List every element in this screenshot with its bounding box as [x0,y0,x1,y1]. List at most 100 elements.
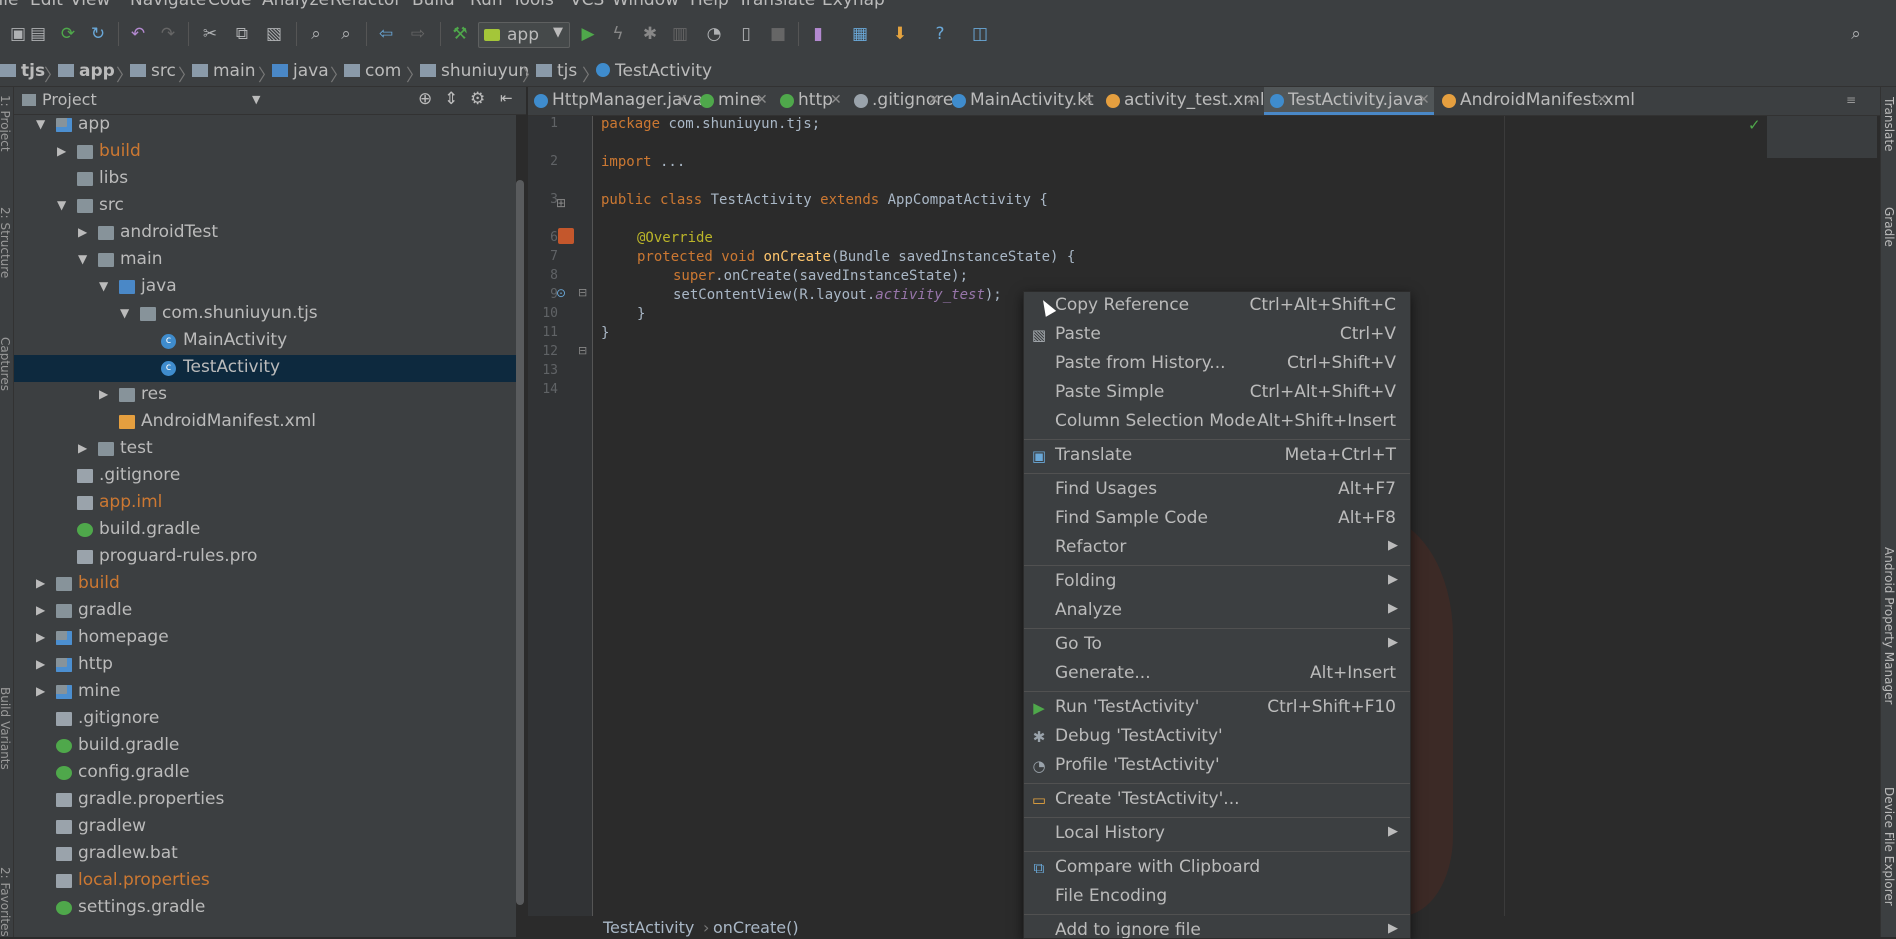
editor-tab[interactable]: HttpManager.java ✕ [528,87,703,115]
forward-icon[interactable]: ⇨ [408,24,428,44]
context-menu-item[interactable]: Analyze ▶ [1024,597,1410,626]
tree-node[interactable]: build.gradle [14,517,516,544]
context-menu-item[interactable]: File Encoding [1024,883,1410,912]
context-menu-item[interactable]: ◔ Profile 'TestActivity' [1024,752,1410,781]
context-menu-item[interactable]: ▣ Translate Meta+Ctrl+T [1024,442,1410,471]
close-tab-icon[interactable]: ✕ [756,92,768,108]
open-icon[interactable]: ▣ [8,24,28,44]
expand-right-icon[interactable]: ▶ [36,603,48,617]
context-menu-item[interactable]: Add to ignore file ▶ [1024,917,1410,938]
tree-node[interactable]: gradle.properties [14,787,516,814]
profile-icon[interactable]: ◔ [704,24,724,44]
tree-node[interactable]: ▼ src [14,193,516,220]
menu-vcs[interactable]: VCS [570,0,604,10]
make-icon[interactable]: ⚒ [450,24,470,44]
run-configuration-select[interactable]: app ▼ [478,22,570,48]
expand-down-icon[interactable]: ▼ [99,279,111,293]
override-marker-icon[interactable]: ⊙ [556,286,566,300]
tree-node[interactable]: AndroidManifest.xml [14,409,516,436]
tree-node[interactable]: ▶ homepage [14,625,516,652]
expand-right-icon[interactable]: ▶ [36,657,48,671]
cut-icon[interactable]: ✂ [200,24,220,44]
expand-right-icon[interactable]: ▶ [36,576,48,590]
menu-exynap[interactable]: Exynap [822,0,885,10]
sync-icon[interactable]: ⟳ [58,24,78,44]
debug-icon[interactable]: ✱ [640,24,660,44]
breadcrumb-item[interactable]: com [344,61,401,81]
project-structure-icon[interactable]: ▦ [850,24,870,44]
expand-down-icon[interactable]: ▼ [120,306,132,320]
replace-icon[interactable]: ⌕ [336,24,356,44]
gear-icon[interactable]: ⚙ [470,89,485,109]
breadcrumb-item[interactable]: tjs [536,61,577,81]
menu-tools[interactable]: Tools [512,0,554,10]
context-menu-item[interactable]: Find Usages Alt+F7 [1024,476,1410,505]
project-view-select[interactable]: Project [42,90,97,109]
editor-tab[interactable]: AndroidManifest.xml ✕ [1436,87,1635,115]
hide-panel-icon[interactable]: ⇤ [500,89,513,107]
expand-down-icon[interactable]: ▼ [36,117,48,131]
tree-node[interactable]: build.gradle [14,733,516,760]
tree-node[interactable]: proguard-rules.pro [14,544,516,571]
tree-node[interactable]: ▶ http [14,652,516,679]
code-minimap[interactable] [1767,116,1877,158]
tabs-overflow-icon[interactable]: ≡ [1846,93,1856,107]
menu-edit[interactable]: Edit [30,0,63,10]
avd-manager-icon[interactable]: ▮ [808,24,828,44]
project-tree-scrollbar[interactable] [516,180,524,905]
context-menu-item[interactable]: Column Selection Mode Alt+Shift+Insert [1024,408,1410,437]
scroll-from-source-icon[interactable]: ⊕ [418,89,432,109]
tree-node[interactable]: gradlew [14,814,516,841]
editor-tab[interactable]: .gitignore ✕ [848,87,953,115]
redo-icon[interactable]: ↷ [158,24,178,44]
menu-run[interactable]: Run [470,0,503,10]
context-menu-item[interactable]: Generate... Alt+Insert [1024,660,1410,689]
find-icon[interactable]: ⌕ [306,24,326,44]
close-tab-icon[interactable]: ✕ [1082,92,1094,108]
tree-node[interactable]: ▼ java [14,274,516,301]
breadcrumb-item[interactable]: TestActivity [596,61,712,81]
context-menu-item[interactable]: Copy Reference Ctrl+Alt+Shift+C [1024,292,1410,321]
breadcrumb-item[interactable]: shuniuyun [420,61,529,81]
tree-node[interactable]: ▶ mine [14,679,516,706]
chevron-down-icon[interactable]: ▼ [252,93,260,106]
editor-tab[interactable]: activity_test.xml ✕ [1100,87,1265,115]
device-file-explorer-tool-button[interactable]: Device File Explorer [1882,787,1896,906]
menu-window[interactable]: Window [612,0,679,10]
menu-refactor[interactable]: Refactor [330,0,401,10]
tree-node[interactable]: settings.gradle [14,895,516,922]
coverage-icon[interactable]: ▥ [670,24,690,44]
run-icon[interactable]: ▶ [578,24,598,44]
apply-changes-icon[interactable]: ϟ [608,24,628,44]
close-tab-icon[interactable]: ✕ [1246,92,1258,108]
tree-node[interactable]: gradlew.bat [14,841,516,868]
editor-tab[interactable]: mine ✕ [694,87,772,115]
context-menu-item[interactable]: Go To ▶ [1024,631,1410,660]
tree-node[interactable]: ▶ androidTest [14,220,516,247]
menu-build[interactable]: Build [412,0,455,10]
tree-node[interactable]: ▼ com.shuniuyun.tjs [14,301,516,328]
menu-navigate[interactable]: Navigate [130,0,206,10]
tree-node[interactable]: ▶ build [14,571,516,598]
stop-icon[interactable]: ■ [768,24,788,44]
refresh-icon[interactable]: ↻ [88,24,108,44]
tree-node[interactable]: c MainActivity [14,328,516,355]
tree-node[interactable]: ▼ app [14,115,516,139]
tree-node[interactable]: ▶ gradle [14,598,516,625]
tree-node[interactable]: .gitignore [14,463,516,490]
captures-tool-button[interactable]: Captures [0,337,12,391]
copy-icon[interactable]: ⧉ [232,24,252,44]
close-tab-icon[interactable]: ✕ [830,92,842,108]
context-menu-item[interactable]: ⧉ Compare with Clipboard [1024,854,1410,883]
close-tab-icon[interactable]: ✕ [1418,92,1430,108]
breadcrumb-item[interactable]: app [58,61,115,81]
editor-tab[interactable]: http ✕ [774,87,846,115]
tree-node[interactable]: app.iml [14,490,516,517]
inspection-ok-icon[interactable]: ✓ [1748,116,1761,134]
collapse-all-icon[interactable]: ⇕ [444,89,458,109]
save-icon[interactable]: ▤ [28,24,48,44]
breadcrumb-item[interactable]: src [130,61,176,81]
menu-translate[interactable]: Translate [738,0,815,10]
project-tool-button[interactable]: 1: Project [0,95,12,152]
breadcrumb-item[interactable]: tjs [0,61,45,81]
